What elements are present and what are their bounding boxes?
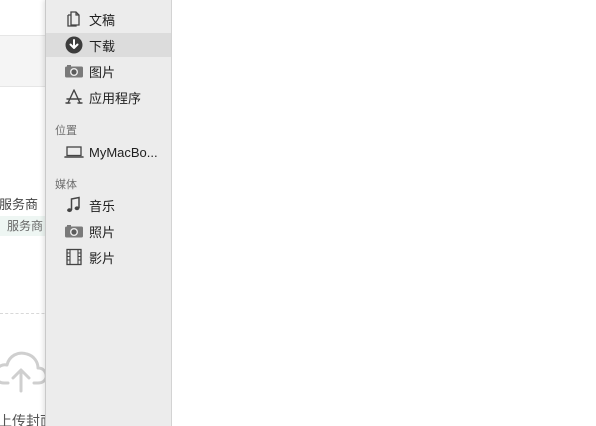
applications-icon bbox=[64, 88, 84, 106]
music-note-icon bbox=[64, 196, 84, 214]
sidebar-item-label: 影片 bbox=[89, 250, 116, 266]
camera-icon bbox=[64, 222, 84, 240]
camera-icon bbox=[64, 62, 84, 80]
laptop-icon bbox=[64, 143, 84, 161]
section-header-media: 媒体 bbox=[55, 179, 77, 191]
cloud-upload-icon[interactable] bbox=[0, 345, 48, 395]
sidebar-item-photos[interactable]: 照片 bbox=[46, 219, 171, 243]
sidebar-item-label: 下载 bbox=[89, 38, 116, 54]
sidebar-item-label: 音乐 bbox=[89, 198, 116, 214]
sidebar-item-music[interactable]: 音乐 bbox=[46, 193, 171, 217]
film-icon bbox=[64, 248, 84, 266]
sidebar-item-label: 照片 bbox=[89, 224, 116, 240]
sidebar-item-label: 应用程序 bbox=[89, 90, 142, 106]
sidebar-item-applications[interactable]: 应用程序 bbox=[46, 85, 171, 109]
screen: 服务商 服务商 上传封面 文稿 下载 图片 应用程序 位置 MyMacBo...… bbox=[0, 0, 596, 426]
document-icon bbox=[64, 10, 84, 28]
provider-tag: 服务商 bbox=[0, 216, 48, 236]
file-dialog-sidebar: 文稿 下载 图片 应用程序 位置 MyMacBo... 媒体 音乐 照片 影片 bbox=[45, 0, 172, 426]
sidebar-item-pictures[interactable]: 图片 bbox=[46, 59, 171, 83]
download-icon bbox=[64, 36, 84, 54]
section-header-locations: 位置 bbox=[55, 125, 77, 137]
sidebar-item-label: MyMacBo... bbox=[89, 144, 158, 160]
sidebar-item-documents[interactable]: 文稿 bbox=[46, 7, 171, 31]
sidebar-item-label: 文稿 bbox=[89, 12, 116, 28]
sidebar-item-movies[interactable]: 影片 bbox=[46, 245, 171, 269]
sidebar-item-label: 图片 bbox=[89, 64, 116, 80]
provider-label: 服务商 bbox=[0, 197, 39, 212]
sidebar-item-downloads[interactable]: 下载 bbox=[46, 33, 171, 57]
sidebar-item-mymacbook[interactable]: MyMacBo... bbox=[46, 140, 171, 164]
file-browser-pane[interactable] bbox=[172, 0, 596, 426]
